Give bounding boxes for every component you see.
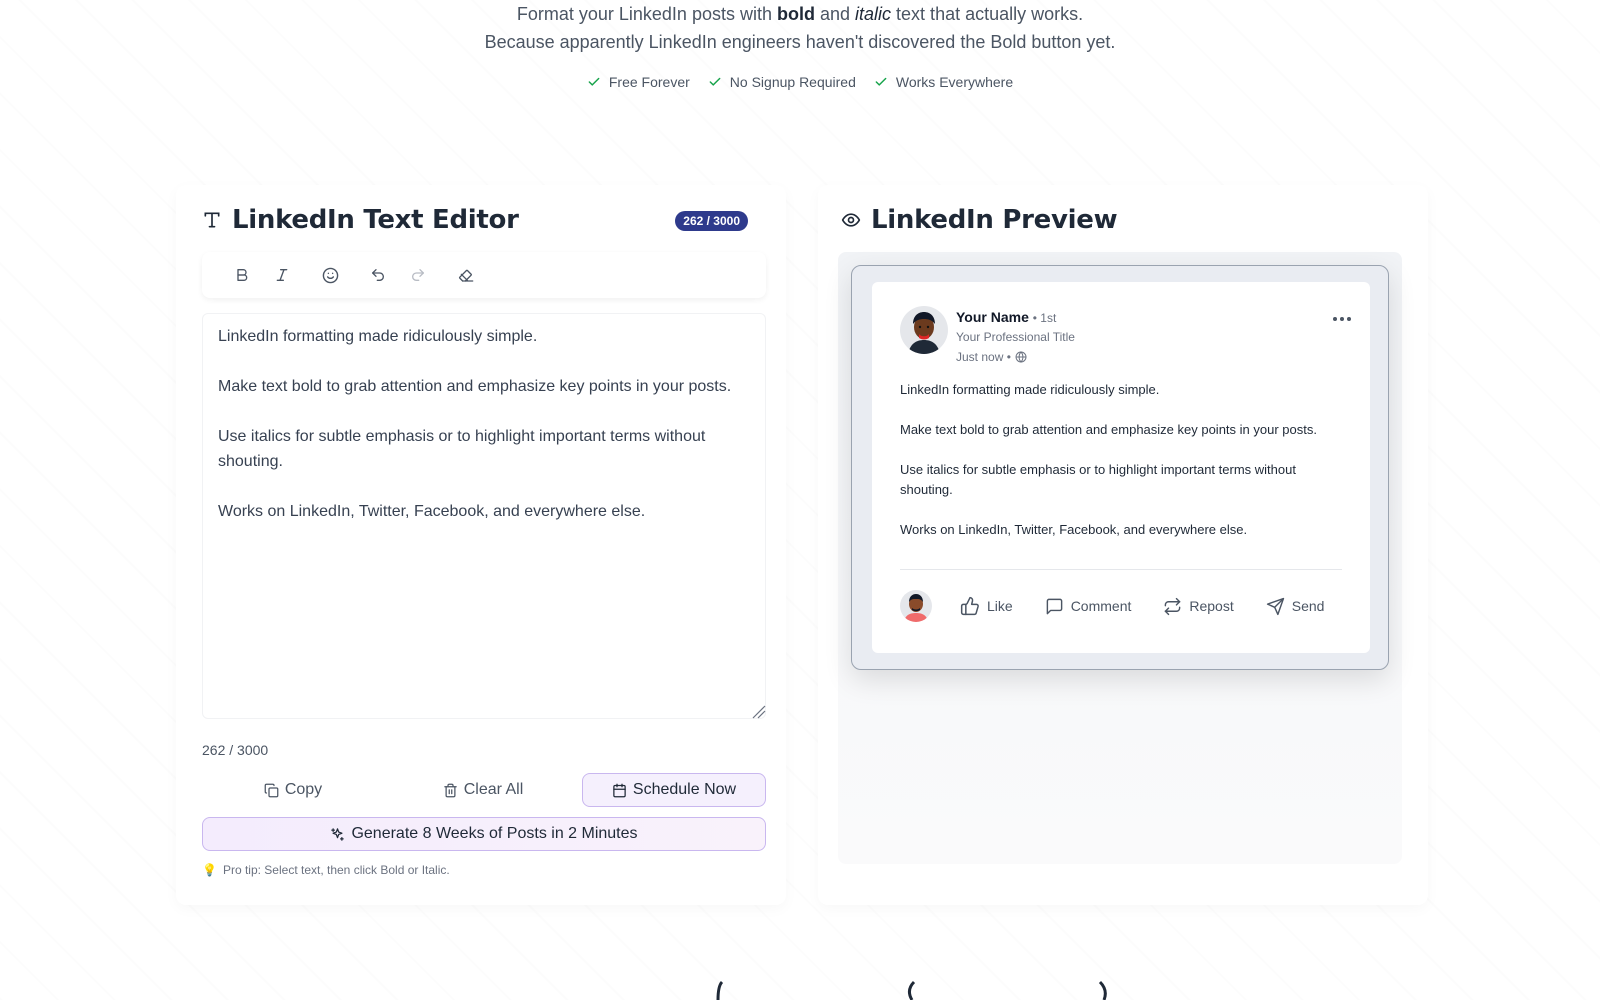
feature-label: Free Forever: [608, 74, 690, 90]
author-title: Your Professional Title: [956, 330, 1075, 344]
feature-item: Works Everywhere: [874, 74, 1013, 90]
feature-label: Works Everywhere: [895, 74, 1014, 90]
editor-panel: LinkedIn Text Editor 262 / 3000 LinkedIn…: [176, 185, 786, 905]
hero-tagline-suffix: text that actually works.: [891, 4, 1084, 24]
char-count-badge: 262 / 3000: [675, 211, 748, 231]
avatar: [900, 306, 948, 354]
connection-degree: • 1st: [1032, 311, 1057, 325]
action-buttons: Copy Clear All Schedule Now: [202, 773, 766, 807]
comment-label: Comment: [1070, 598, 1132, 614]
divider: [900, 569, 1342, 570]
repost-label: Repost: [1189, 598, 1234, 614]
hero-subtitle: Because apparently LinkedIn engineers ha…: [484, 32, 1116, 52]
feature-item: No Signup Required: [708, 74, 856, 90]
like-label: Like: [987, 598, 1013, 614]
emoji-button[interactable]: [310, 260, 350, 290]
post-text-input[interactable]: LinkedIn formatting made ridiculously si…: [202, 313, 766, 719]
format-toolbar: [202, 252, 766, 298]
next-section-heading-fragment: [716, 980, 1107, 1000]
avatar: [900, 590, 932, 622]
check-icon: [708, 75, 722, 89]
bold-button[interactable]: [222, 260, 262, 290]
feature-label: No Signup Required: [729, 74, 856, 90]
hero-tagline-prefix: Format your LinkedIn posts with: [516, 4, 777, 24]
italic-icon: [276, 269, 288, 281]
clear-format-button[interactable]: [446, 260, 486, 290]
copy-label: Copy: [284, 781, 323, 798]
globe-icon: [1015, 351, 1027, 363]
preview-heading: LinkedIn Preview: [841, 205, 1118, 235]
comment-icon: [1046, 598, 1063, 614]
post-actions: Like Comment Repost Send: [900, 588, 1342, 624]
check-icon: [874, 75, 888, 89]
generate-posts-button[interactable]: Generate 8 Weeks of Posts in 2 Minutes: [202, 817, 766, 851]
resize-handle-icon[interactable]: [750, 703, 766, 719]
hero: Format your LinkedIn posts with bold and…: [0, 0, 1600, 90]
comment-button[interactable]: Comment: [1045, 597, 1132, 616]
preview-panel: LinkedIn Preview Your Name • 1st Your Pr…: [818, 185, 1428, 905]
check-icon: [587, 75, 601, 89]
post-time: Just now •: [956, 350, 1027, 364]
lightbulb-icon: 💡: [202, 863, 217, 877]
repost-button[interactable]: Repost: [1163, 597, 1234, 616]
repost-icon: [1165, 597, 1181, 615]
copy-button[interactable]: Copy: [202, 773, 384, 807]
schedule-now-label: Schedule Now: [632, 781, 737, 798]
hero-tagline: Format your LinkedIn posts with bold and…: [0, 0, 1600, 28]
undo-icon: [372, 269, 384, 281]
eraser-icon: [458, 269, 474, 282]
generate-posts-label: Generate 8 Weeks of Posts in 2 Minutes: [351, 825, 638, 842]
bold-icon: [237, 269, 248, 281]
emoji-icon: [322, 267, 338, 283]
send-button[interactable]: Send: [1266, 597, 1325, 616]
pro-tip-text: Pro tip: Select text, then click Bold or…: [222, 863, 450, 877]
editor-heading: LinkedIn Text Editor: [202, 205, 519, 235]
post-time-text: Just now •: [956, 350, 1011, 364]
feature-list: Free Forever No Signup Required Works Ev…: [0, 74, 1600, 90]
undo-button[interactable]: [358, 260, 398, 290]
more-options-icon[interactable]: [1332, 310, 1352, 328]
calendar-icon: [613, 783, 626, 797]
author-name-text: Your Name: [956, 309, 1029, 325]
post-body: LinkedIn formatting made ridiculously si…: [900, 382, 1317, 537]
send-icon: [1266, 597, 1284, 615]
char-count-text: 262 / 3000: [202, 742, 269, 758]
thumbs-up-icon: [960, 596, 979, 616]
like-button[interactable]: Like: [960, 596, 1013, 616]
redo-icon: [412, 269, 424, 281]
redo-button[interactable]: [398, 260, 438, 290]
pro-tip: 💡 Pro tip: Select text, then click Bold …: [202, 863, 450, 877]
hero-bold-word: bold: [776, 4, 815, 24]
preview-area: Your Name • 1st Your Professional Title …: [838, 252, 1402, 864]
clear-all-button[interactable]: Clear All: [392, 773, 574, 807]
text-type-icon: [202, 210, 222, 230]
trash-icon: [443, 783, 457, 797]
hero-italic-word: italic: [855, 4, 892, 24]
hero-tagline-mid: and: [814, 4, 856, 24]
send-label: Send: [1291, 598, 1325, 614]
eye-icon: [841, 210, 861, 230]
sparkles-icon: [331, 827, 345, 841]
copy-icon: [264, 783, 279, 797]
linkedin-post-card: Your Name • 1st Your Professional Title …: [872, 282, 1370, 653]
author-name[interactable]: Your Name • 1st: [956, 309, 1056, 325]
feature-item: Free Forever: [587, 74, 690, 90]
italic-button[interactable]: [262, 260, 302, 290]
editor-title: LinkedIn Text Editor: [232, 205, 519, 235]
clear-all-label: Clear All: [463, 781, 524, 798]
schedule-now-button[interactable]: Schedule Now: [582, 773, 766, 807]
preview-frame: Your Name • 1st Your Professional Title …: [851, 265, 1389, 670]
preview-title: LinkedIn Preview: [871, 205, 1118, 235]
